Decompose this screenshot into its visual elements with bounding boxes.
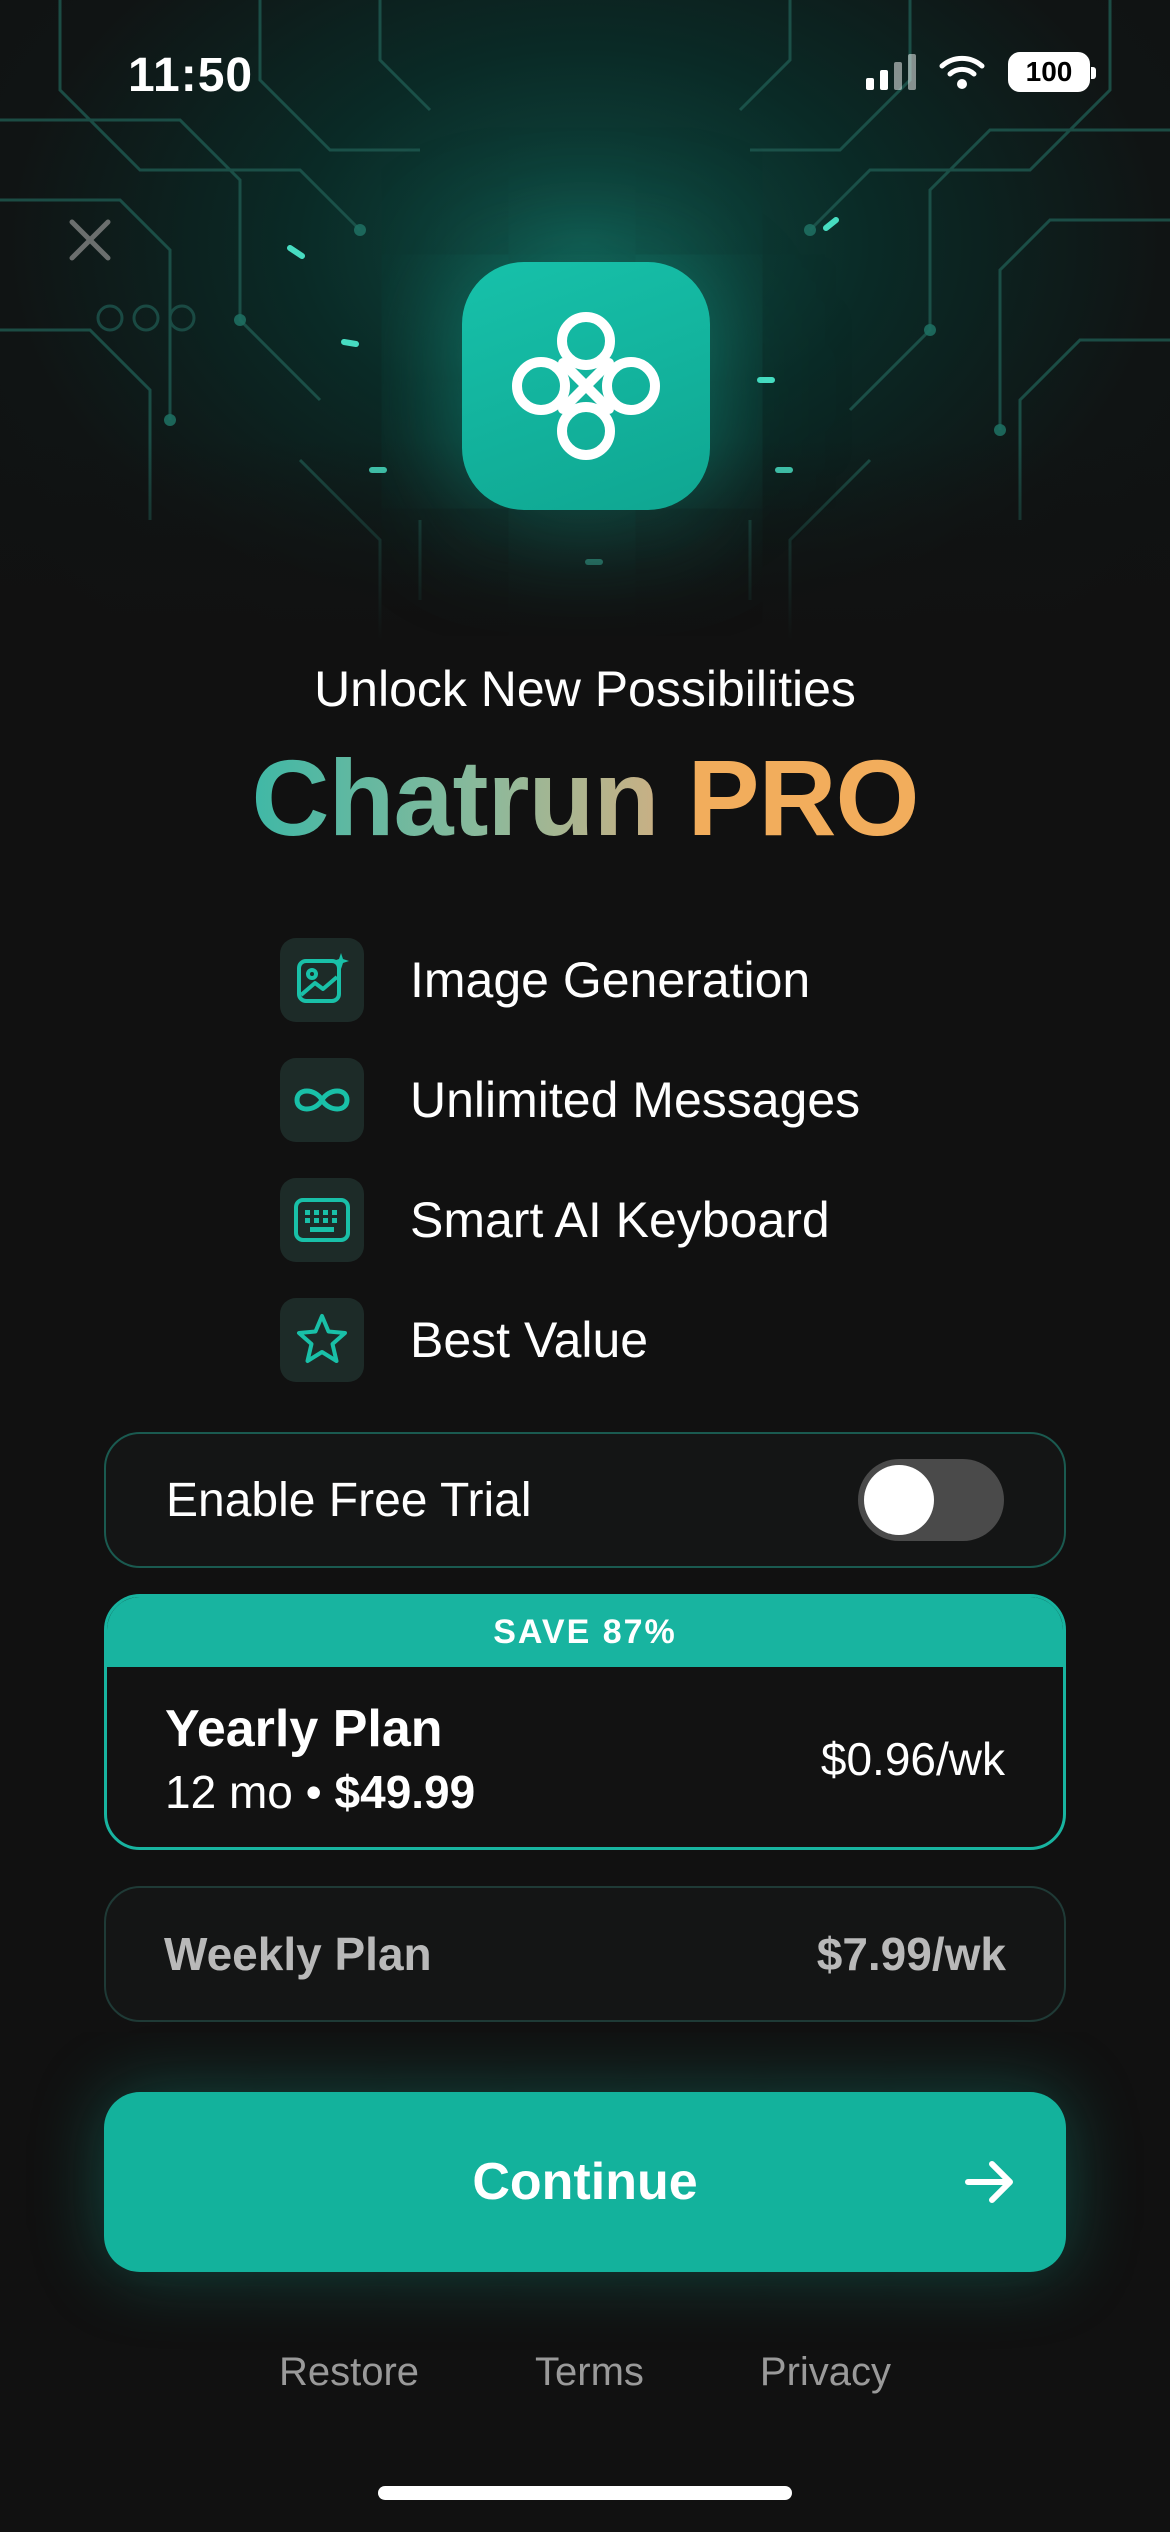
save-badge: SAVE 87% (107, 1597, 1063, 1667)
infinity-icon (280, 1058, 364, 1142)
continue-button[interactable]: Continue (104, 2092, 1066, 2272)
knot-logo-icon (512, 312, 660, 460)
arrow-right-icon (965, 2161, 1013, 2203)
feature-item: Smart AI Keyboard (280, 1178, 860, 1262)
weekly-plan-name: Weekly Plan (164, 1928, 432, 1980)
free-trial-toggle[interactable] (858, 1459, 1004, 1541)
keyboard-icon (280, 1178, 364, 1262)
feature-label: Unlimited Messages (410, 1072, 861, 1128)
yearly-plan-info: Yearly Plan 12 mo • $49.99 (165, 1699, 475, 1819)
yearly-plan-body: Yearly Plan 12 mo • $49.99 $0.96/wk (107, 1667, 1063, 1847)
free-trial-label: Enable Free Trial (166, 1473, 532, 1527)
weekly-plan-price: $7.99/wk (816, 1928, 1006, 1980)
feature-label: Smart AI Keyboard (410, 1192, 830, 1248)
yearly-plan-detail: 12 mo • $49.99 (165, 1765, 475, 1819)
star-icon (280, 1298, 364, 1382)
feature-label: Best Value (410, 1312, 649, 1368)
yearly-plan-duration: 12 mo (165, 1765, 293, 1818)
feature-item: Best Value (280, 1298, 860, 1382)
app-logo (462, 262, 710, 510)
yearly-plan-total: $49.99 (334, 1765, 476, 1818)
close-icon[interactable] (64, 214, 116, 266)
battery-icon: 100 (1008, 52, 1096, 92)
yearly-plan-weekly-price: $0.96/wk (820, 1732, 1005, 1785)
feature-list: Image Generation Unlimited Messages Smar… (280, 938, 860, 1418)
yearly-plan-name: Yearly Plan (165, 1699, 443, 1758)
privacy-link[interactable]: Privacy (760, 2350, 891, 2395)
feature-label: Image Generation (410, 952, 811, 1008)
cellular-signal-icon (866, 54, 916, 90)
restore-link[interactable]: Restore (279, 2350, 419, 2395)
battery-level: 100 (1025, 56, 1073, 87)
terms-link[interactable]: Terms (535, 2350, 644, 2395)
paywall-subtitle: Unlock New Possibilities (314, 661, 856, 717)
home-indicator (378, 2486, 792, 2500)
status-time: 11:50 (128, 49, 254, 102)
yearly-plan-option[interactable]: SAVE 87% Yearly Plan 12 mo • $49.99 $0.9… (104, 1594, 1066, 1850)
feature-item: Unlimited Messages (280, 1058, 860, 1142)
continue-label: Continue (472, 2153, 698, 2211)
free-trial-row[interactable]: Enable Free Trial (104, 1432, 1066, 1568)
pro-label: PRO (687, 737, 919, 858)
toggle-knob (864, 1465, 934, 1535)
footer-links: Restore Terms Privacy (0, 2350, 1170, 2395)
wifi-icon (939, 55, 985, 89)
image-sparkle-icon (280, 938, 364, 1022)
brand-name: Chatrun (251, 737, 659, 858)
feature-item: Image Generation (280, 938, 860, 1022)
detail-separator: • (305, 1765, 322, 1818)
status-icons: 100 (866, 52, 1096, 92)
paywall-title: Chatrun PRO (0, 735, 1170, 860)
weekly-plan-option[interactable]: Weekly Plan $7.99/wk (104, 1886, 1066, 2022)
